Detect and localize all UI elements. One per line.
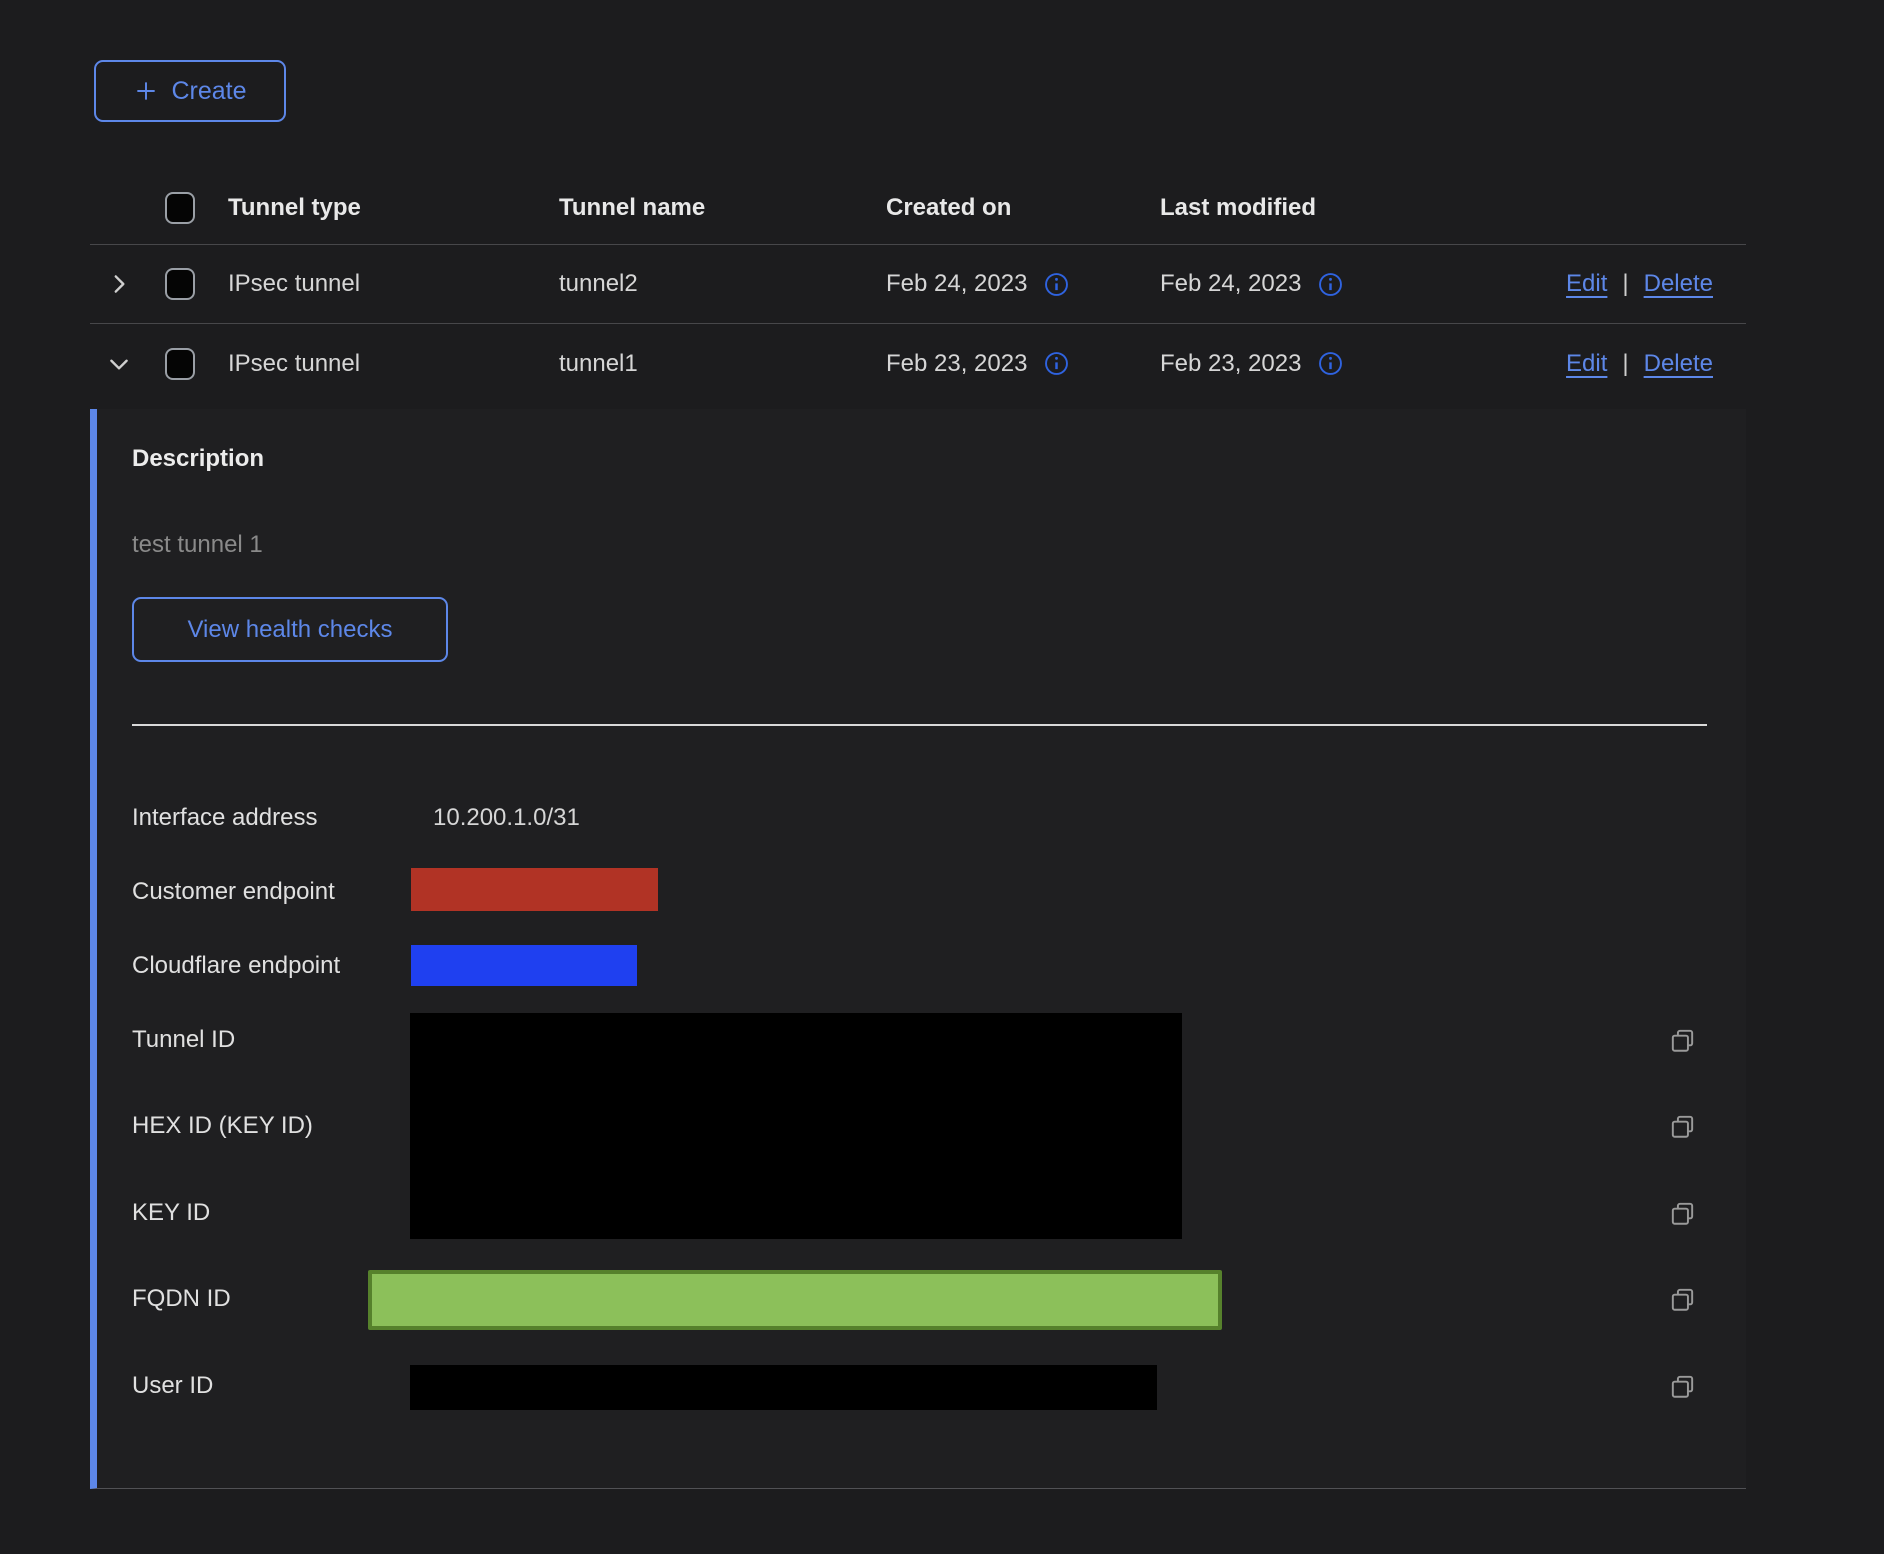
- interface-address-label: Interface address: [132, 804, 317, 832]
- customer-endpoint-redacted-value: [411, 868, 658, 911]
- tunnel-name-value: tunnel1: [559, 350, 886, 378]
- header-created-on: Created on: [886, 194, 1160, 222]
- tunnel-detail-panel: Description test tunnel 1 View health ch…: [90, 409, 1746, 1489]
- tunnel-name-value: tunnel2: [559, 270, 886, 298]
- create-button[interactable]: Create: [94, 60, 286, 122]
- cloudflare-endpoint-redacted-value: [411, 945, 637, 986]
- edit-link[interactable]: Edit: [1566, 270, 1607, 298]
- created-on-value: Feb 24, 2023: [886, 270, 1027, 298]
- table-header-row: Tunnel type Tunnel name Created on Last …: [90, 171, 1746, 245]
- hex-id-label: HEX ID (KEY ID): [132, 1112, 313, 1140]
- copy-key-id-icon[interactable]: [1668, 1199, 1697, 1228]
- customer-endpoint-label: Customer endpoint: [132, 878, 335, 906]
- description-label: Description: [132, 445, 264, 473]
- create-button-label: Create: [171, 77, 246, 106]
- actions-separator: |: [1622, 350, 1628, 378]
- user-id-label: User ID: [132, 1372, 213, 1400]
- user-id-redacted-value: [410, 1365, 1157, 1410]
- row-checkbox[interactable]: [165, 268, 195, 300]
- panel-divider: [132, 724, 1707, 726]
- interface-address-value: 10.200.1.0/31: [433, 804, 580, 832]
- last-modified-value: Feb 23, 2023: [1160, 350, 1301, 378]
- select-all-checkbox[interactable]: [165, 192, 195, 224]
- view-health-checks-button[interactable]: View health checks: [132, 597, 448, 662]
- tunnel-type-value: IPsec tunnel: [228, 270, 559, 298]
- chevron-right-icon[interactable]: [106, 271, 132, 297]
- copy-tunnel-id-icon[interactable]: [1668, 1026, 1697, 1055]
- key-id-label: KEY ID: [132, 1199, 210, 1227]
- delete-link[interactable]: Delete: [1644, 350, 1713, 378]
- ids-redacted-value: [410, 1013, 1182, 1239]
- table-row: IPsec tunnel tunnel1 Feb 23, 2023 Feb 23…: [90, 324, 1746, 403]
- header-tunnel-type: Tunnel type: [228, 194, 559, 222]
- plus-icon: [133, 78, 159, 104]
- delete-link[interactable]: Delete: [1644, 270, 1713, 298]
- description-value: test tunnel 1: [132, 531, 263, 559]
- created-on-value: Feb 23, 2023: [886, 350, 1027, 378]
- chevron-down-icon[interactable]: [106, 351, 132, 377]
- tunnel-type-value: IPsec tunnel: [228, 350, 559, 378]
- table-row: IPsec tunnel tunnel2 Feb 24, 2023 Feb 24…: [90, 245, 1746, 324]
- copy-user-id-icon[interactable]: [1668, 1372, 1697, 1401]
- info-icon[interactable]: [1043, 350, 1070, 377]
- cloudflare-endpoint-label: Cloudflare endpoint: [132, 952, 340, 980]
- header-last-modified: Last modified: [1160, 194, 1490, 222]
- edit-link[interactable]: Edit: [1566, 350, 1607, 378]
- actions-separator: |: [1622, 270, 1628, 298]
- header-tunnel-name: Tunnel name: [559, 194, 886, 222]
- info-icon[interactable]: [1317, 271, 1344, 298]
- row-checkbox[interactable]: [165, 348, 195, 380]
- last-modified-value: Feb 24, 2023: [1160, 270, 1301, 298]
- info-icon[interactable]: [1043, 271, 1070, 298]
- copy-hex-id-icon[interactable]: [1668, 1112, 1697, 1141]
- tunnels-page: Create Tunnel type Tunnel name Created o…: [0, 0, 1884, 1554]
- tunnels-table: Tunnel type Tunnel name Created on Last …: [90, 171, 1746, 403]
- fqdn-id-redacted-value: [368, 1270, 1222, 1330]
- info-icon[interactable]: [1317, 350, 1344, 377]
- copy-fqdn-id-icon[interactable]: [1668, 1285, 1697, 1314]
- view-health-checks-label: View health checks: [187, 616, 392, 644]
- tunnel-id-label: Tunnel ID: [132, 1026, 235, 1054]
- fqdn-id-label: FQDN ID: [132, 1285, 231, 1313]
